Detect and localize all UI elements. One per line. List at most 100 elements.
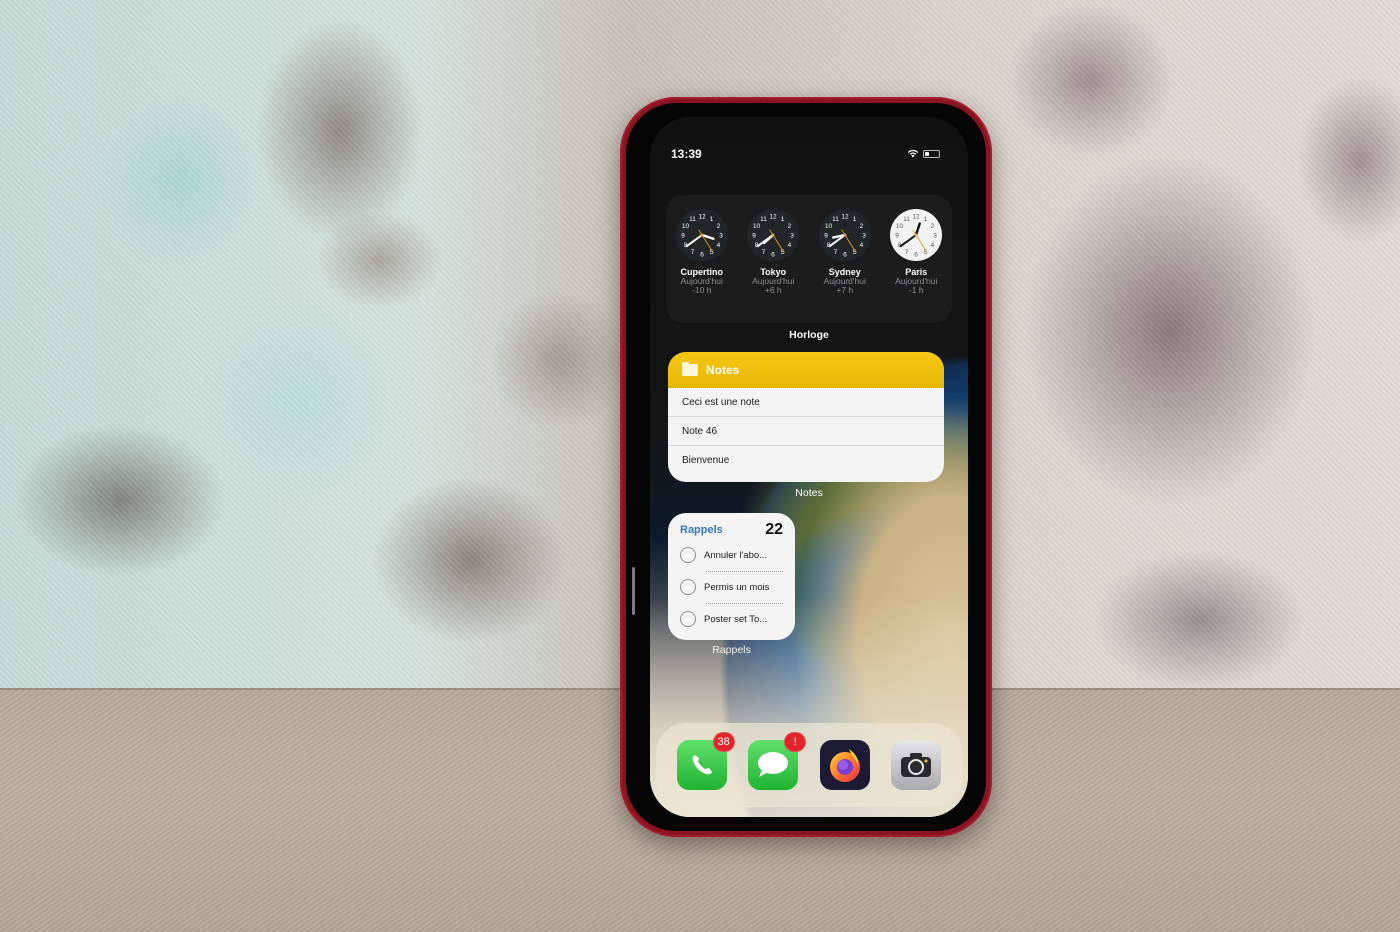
clock-numeral: 1 <box>924 216 928 223</box>
clock-numeral: 2 <box>931 223 935 230</box>
reminders-title: Rappels <box>680 524 723 536</box>
clock-widget[interactable]: 1 2 3 4 5 6 7 8 9 10 11 12 Cupertino Aujourd'hui -1… <box>666 195 952 323</box>
clock-numeral: 10 <box>753 223 761 230</box>
clock-offset: -10 h <box>692 285 712 295</box>
clock-numeral: 12 <box>913 214 921 221</box>
reminder-checkbox[interactable] <box>680 611 696 627</box>
clock-offset: +6 h <box>764 285 782 295</box>
dock-app-phone[interactable]: 38 <box>676 732 735 790</box>
minute-hand <box>756 234 775 248</box>
reminder-text: Annuler l'abo... <box>704 549 768 561</box>
clock-item: 1 2 3 4 5 6 7 8 9 10 11 12 Tokyo Aujourd'hui +6 h <box>741 209 805 295</box>
clock-numeral: 2 <box>859 223 863 230</box>
clock-numeral: 9 <box>681 233 685 240</box>
notes-widget-caption: Notes <box>795 487 823 499</box>
notification-badge: 38 <box>712 732 735 752</box>
clock-numeral: 2 <box>788 223 792 230</box>
clock-numeral: 4 <box>859 242 863 249</box>
clock-numeral: 1 <box>709 216 713 223</box>
clock-numeral: 1 <box>781 216 785 223</box>
analog-clock-icon: 1 2 3 4 5 6 7 8 9 10 11 12 <box>747 209 800 261</box>
second-hand <box>915 234 928 254</box>
note-item[interactable]: Bienvenue <box>668 446 944 475</box>
camera-icon <box>901 753 932 777</box>
reminder-text: Poster set To... <box>704 613 768 625</box>
reminder-item: Permis un mois <box>680 571 783 603</box>
clock-numeral: 4 <box>931 242 935 249</box>
reminders-header: Rappels 22 <box>680 521 783 539</box>
screen-edge-reflection <box>632 567 635 615</box>
clock-item: 1 2 3 4 5 6 7 8 9 10 11 12 Cupertino Aujourd'hui -1… <box>670 209 734 295</box>
home-screen: 13:39 1 2 3 4 5 6 7 8 9 10 11 12 Cupertino Aujourd'… <box>650 117 968 817</box>
clock-numeral: 12 <box>698 214 706 221</box>
clock-center <box>771 233 775 237</box>
phone-icon <box>692 755 712 775</box>
clock-numeral: 4 <box>788 242 792 249</box>
note-item[interactable]: Note 46 <box>668 417 944 446</box>
clock-numeral: 11 <box>903 216 910 223</box>
clock-numeral: 11 <box>760 216 767 223</box>
notes-widget[interactable]: Notes Ceci est une note Note 46 Bienvenu… <box>668 352 944 482</box>
clock-center <box>700 233 704 237</box>
clock-numeral: 11 <box>689 216 696 223</box>
iphone-device: 13:39 1 2 3 4 5 6 7 8 9 10 11 12 Cupertino Aujourd'… <box>620 97 992 837</box>
status-icons <box>907 149 940 158</box>
dock: 38 ! <box>656 723 962 807</box>
clock-center <box>843 233 847 237</box>
analog-clock-icon: 1 2 3 4 5 6 7 8 9 10 11 12 <box>818 209 871 261</box>
reminders-count: 22 <box>765 521 783 538</box>
clock-numeral: 1 <box>852 216 856 223</box>
second-hand <box>772 234 785 254</box>
clock-numeral: 6 <box>700 252 704 259</box>
reminders-widget-caption: Rappels <box>712 644 751 656</box>
clock-numeral: 3 <box>862 233 866 240</box>
battery-icon <box>923 149 940 158</box>
dock-app-messages[interactable]: ! <box>748 732 807 790</box>
reminders-widget[interactable]: Rappels 22 Annuler l'abo... Permis un mo… <box>668 513 795 640</box>
phone-bezel: 13:39 1 2 3 4 5 6 7 8 9 10 11 12 Cupertino Aujourd'… <box>626 103 986 831</box>
clock-numeral: 7 <box>762 249 766 256</box>
clock-numeral: 3 <box>933 233 937 240</box>
messages-icon <box>758 752 789 777</box>
analog-clock-icon: 1 2 3 4 5 6 7 8 9 10 11 12 <box>890 209 943 261</box>
dock-app-firefox[interactable] <box>819 740 870 790</box>
firefox-icon <box>829 749 860 782</box>
notes-title: Notes <box>706 362 740 377</box>
clock-numeral: 9 <box>752 233 756 240</box>
clock-numeral: 12 <box>770 214 778 221</box>
status-time: 13:39 <box>671 147 702 161</box>
clock-item: 1 2 3 4 5 6 7 8 9 10 11 12 Paris Aujourd'hui -1 h <box>884 209 948 295</box>
clock-numeral: 9 <box>895 233 899 240</box>
clock-numeral: 3 <box>790 233 794 240</box>
clock-numeral: 7 <box>833 249 837 256</box>
clock-numeral: 3 <box>719 233 723 240</box>
clock-numeral: 10 <box>682 223 690 230</box>
clock-numeral: 10 <box>825 223 833 230</box>
hour-hand <box>915 222 922 237</box>
dock-app-camera[interactable] <box>891 740 942 790</box>
clock-numeral: 2 <box>716 223 720 230</box>
reminder-item: Poster set To... <box>680 603 783 635</box>
clock-numeral: 6 <box>771 252 775 259</box>
clock-numeral: 11 <box>832 216 839 223</box>
reminder-checkbox[interactable] <box>680 579 696 595</box>
analog-clock-icon: 1 2 3 4 5 6 7 8 9 10 11 12 <box>675 209 728 261</box>
second-hand <box>844 234 857 254</box>
folder-icon <box>682 361 698 376</box>
clock-numeral: 7 <box>905 249 909 256</box>
reminder-text: Permis un mois <box>704 581 770 593</box>
clock-numeral: 4 <box>716 242 720 249</box>
clock-numeral: 9 <box>824 233 828 240</box>
note-item[interactable]: Ceci est une note <box>668 388 944 417</box>
clock-offset: +7 h <box>836 285 854 295</box>
reminder-item: Annuler l'abo... <box>680 539 783 571</box>
clock-widget-caption: Horloge <box>789 329 829 341</box>
wifi-icon <box>907 149 919 158</box>
clock-offset: -1 h <box>908 285 924 295</box>
reminder-checkbox[interactable] <box>680 547 696 563</box>
clock-center <box>914 233 918 237</box>
clock-item: 1 2 3 4 5 6 7 8 9 10 11 12 Sydney Aujourd'hui +7 h <box>813 209 877 295</box>
minute-hand <box>685 234 703 248</box>
notification-badge: ! <box>784 732 807 752</box>
clock-numeral: 12 <box>841 214 849 221</box>
